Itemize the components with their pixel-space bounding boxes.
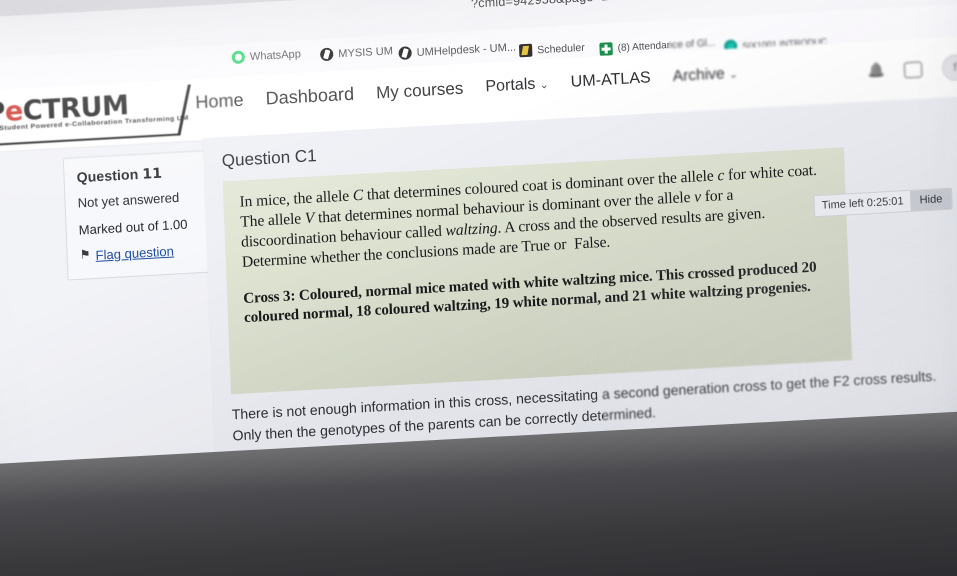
question-number: Question 11 <box>76 162 195 188</box>
question-stem-image: In mice, the allele C that determines co… <box>222 147 853 395</box>
question-marks: Marked out of 1.00 <box>78 216 188 238</box>
notifications-bell-icon[interactable] <box>868 63 884 80</box>
nav-label: Home <box>194 89 244 113</box>
whatsapp-icon <box>231 50 246 65</box>
nav-item-home[interactable]: Home <box>195 90 244 114</box>
nav-label: Dashboard <box>265 83 355 109</box>
flag-question-link[interactable]: Flag question <box>95 242 174 264</box>
chevron-down-icon: ⌄ <box>539 78 549 91</box>
question-info-box: Question 11 Not yet answered Marked out … <box>62 150 213 281</box>
user-avatar[interactable]: f <box>941 53 957 82</box>
bookmark-label: Scheduler <box>537 41 585 56</box>
laptop-screen-photo: ?cmid=942938&page=10 WhatsApp MYSIS UM U… <box>0 0 957 576</box>
chevron-down-icon: ⌄ <box>728 67 739 81</box>
bookmark-whatsapp[interactable]: WhatsApp <box>231 47 302 65</box>
nav-label: Archive <box>672 64 725 85</box>
spectrum-logo[interactable]: SPeCTRUM Student Powered e-Collaboration… <box>0 84 191 148</box>
bookmark-label: MYSIS UM <box>338 44 394 60</box>
nav-item-my-courses[interactable]: My courses <box>376 78 464 103</box>
question-status: Not yet answered <box>77 190 180 211</box>
question-label: Question <box>76 165 139 186</box>
question-stem-text: In mice, the allele C that determines co… <box>239 161 818 272</box>
nav-label: My courses <box>375 78 464 102</box>
nav-item-archive[interactable]: Archive ⌄ <box>672 64 738 86</box>
nav-label: Portals <box>485 75 536 95</box>
question-title: Question C1 <box>221 146 318 171</box>
flag-question-row[interactable]: ⚑ Flag question <box>79 241 198 265</box>
time-left-label: Time left 0:25:01 <box>821 195 904 212</box>
nav-item-dashboard[interactable]: Dashboard <box>265 84 354 110</box>
messages-chat-icon[interactable] <box>903 61 923 79</box>
navbar-right-tools: f ⌄ <box>868 53 957 86</box>
hide-timer-button[interactable]: Hide <box>910 188 952 211</box>
scheduler-icon <box>518 43 533 58</box>
flag-icon: ⚑ <box>79 246 91 262</box>
bookmark-scheduler[interactable]: Scheduler <box>518 41 585 58</box>
nav-item-um-atlas[interactable]: UM-ATLAS <box>570 69 651 91</box>
bookmark-label: WhatsApp <box>249 47 302 63</box>
mysis-icon <box>319 47 334 62</box>
stem-italic-term: waltzing <box>445 219 498 240</box>
bookmark-mysis[interactable]: MYSIS UM <box>319 44 394 62</box>
nav-label: UM-ATLAS <box>570 68 652 91</box>
nav-item-portals[interactable]: Portals ⌄ <box>485 74 549 96</box>
bookmark-umhelpdesk[interactable]: UMHelpdesk - UM... <box>398 40 516 60</box>
helpdesk-icon <box>398 46 412 60</box>
question-number-value: 11 <box>142 165 163 183</box>
attendance-icon <box>599 42 613 56</box>
bookmark-label: UMHelpdesk - UM... <box>416 40 517 59</box>
